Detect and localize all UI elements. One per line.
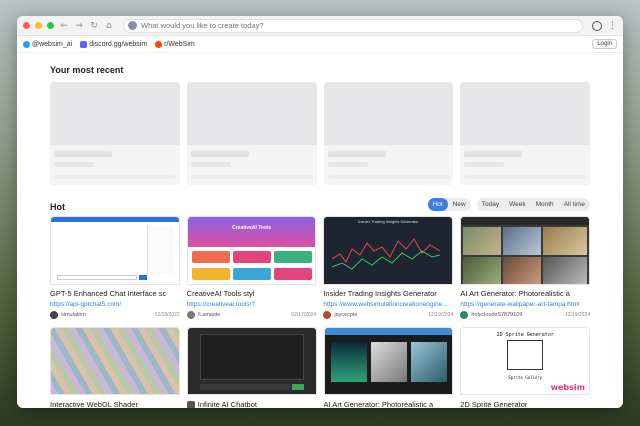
hot-header: Hot Hot New Today Week Month All time bbox=[50, 196, 590, 212]
project-title: AI Art Generator: Photorealistic a bbox=[460, 289, 570, 298]
time-range-tabs: Today Week Month All time bbox=[476, 197, 590, 211]
home-icon[interactable]: ⌂ bbox=[104, 21, 114, 31]
project-card[interactable]: GPT-5 Enhanced Chat Interface sc https:/… bbox=[50, 216, 180, 324]
thumbnail-heading: CreativeAI Tools bbox=[232, 225, 272, 231]
thumbnail-caption: Sprite Gallery bbox=[508, 375, 543, 380]
tab-all-time[interactable]: All time bbox=[559, 198, 590, 211]
tab-new[interactable]: New bbox=[448, 198, 471, 211]
project-thumbnail: 2D Sprite Generator Sprite Gallery websi… bbox=[460, 327, 590, 395]
project-card[interactable]: CreativeAI Tools CreativeAI Tools styl h… bbox=[186, 216, 317, 324]
project-date: 02/17/2024 bbox=[291, 312, 317, 318]
project-title: CreativeAI Tools styl bbox=[186, 289, 255, 298]
avatar[interactable] bbox=[460, 311, 469, 319]
recent-placeholder-card bbox=[186, 82, 317, 185]
robot-icon bbox=[186, 400, 195, 408]
websim-logo: websim bbox=[550, 383, 585, 392]
project-title: GPT-5 Enhanced Chat Interface sc bbox=[50, 289, 167, 298]
project-thumbnail bbox=[186, 327, 317, 395]
maximize-window-button[interactable] bbox=[47, 22, 54, 29]
project-date: 12/19/2023 bbox=[154, 312, 180, 318]
project-thumbnail: CreativeAI Tools bbox=[186, 216, 317, 285]
project-card[interactable]: Insider Trading Insights Generator Insid… bbox=[323, 216, 454, 324]
tab-month[interactable]: Month bbox=[531, 198, 559, 211]
recent-list bbox=[50, 82, 590, 185]
browser-window: ← → ↻ ⌂ ⋮ @websim_ai discord.gg/websim r… bbox=[17, 16, 623, 408]
project-title: Insider Trading Insights Generator bbox=[323, 289, 437, 298]
address-bar[interactable] bbox=[123, 18, 583, 33]
project-thumbnail bbox=[323, 327, 454, 395]
twitter-icon bbox=[23, 40, 30, 48]
hot-list-row2: Interactive WebGL Shader Infinite AI Cha… bbox=[50, 327, 590, 408]
project-thumbnail bbox=[460, 216, 591, 285]
avatar[interactable] bbox=[50, 311, 58, 319]
reddit-link-label: r/WebSim bbox=[164, 40, 195, 48]
project-card[interactable]: AI Art Generator: Photorealistic a https… bbox=[460, 216, 591, 324]
recent-placeholder-card bbox=[50, 82, 180, 185]
search-input[interactable] bbox=[141, 21, 578, 30]
tab-today[interactable]: Today bbox=[477, 198, 504, 211]
hot-section-title: Hot bbox=[50, 202, 65, 212]
tab-week[interactable]: Week bbox=[504, 198, 531, 211]
menu-kebab-icon[interactable]: ⋮ bbox=[608, 21, 617, 31]
project-card[interactable]: Infinite AI Chatbot bbox=[186, 327, 317, 408]
project-author[interactable]: simulation bbox=[61, 312, 86, 318]
project-title: 2D Sprite Generator bbox=[460, 400, 528, 408]
browser-toolbar: ← → ↻ ⌂ ⋮ bbox=[17, 16, 623, 36]
project-title: AI Art Generator: Photorealistic a bbox=[323, 400, 434, 408]
reddit-link[interactable]: r/WebSim bbox=[155, 40, 195, 48]
reddit-icon bbox=[155, 40, 163, 48]
discord-icon bbox=[80, 40, 88, 48]
avatar[interactable] bbox=[323, 311, 332, 319]
avatar[interactable] bbox=[186, 311, 195, 319]
project-thumbnail: Insider Trading Insights Generator bbox=[323, 216, 454, 285]
project-card[interactable]: 2D Sprite Generator Sprite Gallery websi… bbox=[460, 327, 590, 408]
twitter-link-label: @websim_ai bbox=[32, 40, 73, 48]
extension-icon[interactable] bbox=[592, 20, 602, 31]
project-title: Infinite AI Chatbot bbox=[197, 400, 257, 408]
minimize-window-button[interactable] bbox=[35, 22, 42, 29]
twitter-link[interactable]: @websim_ai bbox=[23, 40, 73, 48]
recent-section-title: Your most recent bbox=[50, 65, 124, 75]
project-date: 12/19/2024 bbox=[564, 312, 591, 318]
thumbnail-chart bbox=[332, 238, 441, 270]
project-date: 12/19/2024 bbox=[428, 312, 454, 318]
recent-placeholder-card bbox=[460, 82, 590, 185]
main-content: Your most recent Hot Hot New Today Week … bbox=[17, 65, 623, 408]
refresh-icon[interactable]: ↻ bbox=[89, 21, 99, 31]
project-thumbnail bbox=[50, 327, 180, 395]
project-card[interactable]: AI Art Generator: Photorealistic a bbox=[323, 327, 454, 408]
profile-avatar-icon bbox=[128, 21, 137, 30]
project-author[interactable]: /Lamaste bbox=[198, 312, 221, 318]
project-title: Interactive WebGL Shader bbox=[50, 400, 138, 408]
project-url[interactable]: https://creativeai.tools/? bbox=[187, 301, 317, 308]
project-author[interactable]: jaycecpie bbox=[334, 312, 357, 318]
project-url[interactable]: https://www.websimulationcreationengine.… bbox=[323, 301, 453, 308]
back-arrow-icon[interactable]: ← bbox=[59, 21, 69, 31]
hot-list: GPT-5 Enhanced Chat Interface sc https:/… bbox=[50, 216, 591, 324]
discord-link[interactable]: discord.gg/websim bbox=[80, 40, 148, 48]
forward-arrow-icon[interactable]: → bbox=[74, 21, 84, 31]
project-url[interactable]: https://api-gptchat5.com/ bbox=[50, 301, 180, 308]
thumbnail-heading: Insider Trading Insights Generator bbox=[358, 219, 419, 224]
close-window-button[interactable] bbox=[23, 22, 30, 29]
project-thumbnail bbox=[50, 216, 180, 285]
project-card[interactable]: Interactive WebGL Shader bbox=[50, 327, 180, 408]
sort-tabs: Hot New bbox=[427, 197, 471, 211]
login-button[interactable]: Login bbox=[592, 39, 617, 49]
social-link-bar: @websim_ai discord.gg/websim r/WebSim Lo… bbox=[17, 36, 623, 53]
project-url[interactable]: https://generate-wallpaper-art-tampa.htm… bbox=[460, 301, 590, 308]
tab-hot[interactable]: Hot bbox=[427, 197, 448, 211]
recent-placeholder-card bbox=[323, 82, 454, 185]
discord-link-label: discord.gg/websim bbox=[89, 40, 148, 48]
thumbnail-heading: 2D Sprite Generator bbox=[496, 332, 554, 338]
project-author[interactable]: holycloudsS7879109 bbox=[471, 312, 522, 318]
